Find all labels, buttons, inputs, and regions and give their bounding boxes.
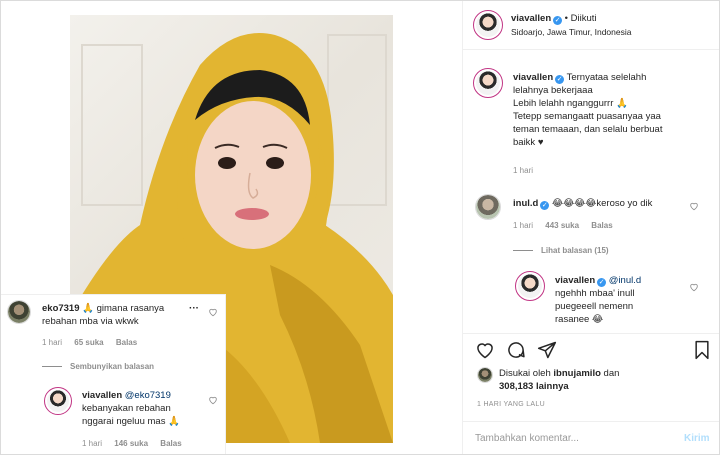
comment-eko: eko7319 🙏 gimana rasanya rebahan mba via… bbox=[42, 302, 192, 328]
caption-line: Lebih lelahh nganggurrr 🙏 bbox=[513, 98, 628, 109]
reply-line: puegeeell nemenn bbox=[555, 301, 634, 312]
comment-meta: 1 hari 65 suka Balas bbox=[42, 338, 147, 347]
reply-eko: viavallen @eko7319 kebanyakan rebahan ng… bbox=[82, 389, 207, 428]
caption-line: Ternyataa selelahh bbox=[566, 72, 647, 83]
reply-mention[interactable]: @inul.d bbox=[609, 275, 641, 286]
reply-line: rasanee 😂 bbox=[555, 314, 604, 325]
comment-reply-button[interactable]: Balas bbox=[591, 221, 612, 230]
comment-meta: 1 hari 443 suka Balas bbox=[513, 221, 623, 230]
caption-avatar[interactable] bbox=[473, 68, 503, 98]
reply-avatar[interactable] bbox=[515, 271, 545, 301]
caption-text: viavallen ✓ Ternyataa selelahh lelahnya b… bbox=[513, 71, 713, 149]
likes-count: 308,183 bbox=[499, 381, 534, 392]
reply-avatar[interactable] bbox=[44, 387, 72, 415]
reply-inul: viavallen ✓ @inul.d ngehhh mbaa' inull pu… bbox=[555, 274, 690, 326]
comment-username[interactable]: eko7319 bbox=[42, 303, 80, 314]
author-avatar[interactable] bbox=[473, 10, 503, 40]
dash-divider bbox=[42, 366, 62, 368]
post-comment-button[interactable]: Kirim bbox=[684, 433, 710, 444]
bookmark-icon[interactable] bbox=[692, 340, 712, 360]
verified-badge-icon: ✓ bbox=[553, 16, 563, 25]
view-replies-label: Lihat balasan (15) bbox=[541, 246, 609, 255]
heart-icon[interactable] bbox=[475, 340, 495, 360]
dash-divider bbox=[513, 250, 533, 252]
post-side-panel: viavallen ✓ • Diikuti Sidoarjo, Jawa Timu… bbox=[462, 1, 719, 454]
comment-username[interactable]: inul.d bbox=[513, 198, 538, 209]
comment-icon[interactable] bbox=[506, 340, 526, 360]
more-options-icon[interactable]: ··· bbox=[189, 303, 199, 314]
reply-mention[interactable]: @eko7319 bbox=[125, 390, 171, 401]
caption-line: baikk ♥ bbox=[513, 137, 544, 148]
comment-time: 1 hari bbox=[513, 221, 534, 230]
caption-line: lelahnya bekerjaaa bbox=[513, 85, 593, 96]
liker-avatar[interactable] bbox=[477, 367, 493, 383]
comment-text: 😂😂😂😂keroso yo dik bbox=[551, 198, 653, 209]
follow-status[interactable]: • Diikuti bbox=[565, 13, 597, 24]
reply-reply-button[interactable]: Balas bbox=[160, 439, 181, 448]
likes-suffix: lainnya bbox=[535, 381, 569, 392]
author-header: viavallen ✓ • Diikuti bbox=[511, 13, 597, 25]
commenter-avatar[interactable] bbox=[7, 300, 31, 324]
caption-line: Tetepp semangaatt puasanyaa yaa bbox=[513, 111, 661, 122]
comment-line: 🙏 gimana rasanya bbox=[82, 303, 165, 314]
verified-badge-icon: ✓ bbox=[540, 201, 550, 210]
caption-time: 1 hari bbox=[513, 166, 534, 175]
likes-prefix: Disukai oleh bbox=[499, 368, 551, 379]
post-location[interactable]: Sidoarjo, Jawa Timur, Indonesia bbox=[511, 27, 631, 37]
comment-line: rebahan mba via wkwk bbox=[42, 316, 139, 327]
add-comment-input[interactable]: Tambahkan komentar... bbox=[475, 433, 579, 444]
hide-replies-toggle[interactable]: Sembunyikan balasan bbox=[42, 362, 154, 371]
reply-line: ngehhh mbaa' inull bbox=[555, 288, 635, 299]
reply-username[interactable]: viavallen bbox=[555, 275, 595, 286]
verified-badge-icon: ✓ bbox=[555, 75, 565, 84]
input-divider bbox=[463, 421, 719, 422]
reply-meta: 1 hari 146 suka Balas bbox=[82, 439, 192, 448]
share-icon[interactable] bbox=[537, 340, 557, 360]
reply-likes[interactable]: 146 suka bbox=[114, 439, 148, 448]
liker-username[interactable]: ibnujamilo bbox=[553, 368, 601, 379]
commenter-avatar[interactable] bbox=[475, 194, 501, 220]
reply-time: 1 hari bbox=[82, 439, 103, 448]
verified-badge-icon: ✓ bbox=[597, 278, 607, 287]
caption-username[interactable]: viavallen bbox=[513, 72, 553, 83]
comment-inul: inul.d ✓ 😂😂😂😂keroso yo dik bbox=[513, 197, 693, 210]
reply-like-heart-icon[interactable] bbox=[689, 282, 699, 292]
likes-conj: dan bbox=[603, 368, 620, 379]
comment-reply-button[interactable]: Balas bbox=[116, 338, 137, 347]
comment-like-heart-icon[interactable] bbox=[689, 201, 699, 211]
reply-line: kebanyakan rebahan bbox=[82, 403, 171, 414]
comment-overlay: eko7319 🙏 gimana rasanya rebahan mba via… bbox=[1, 294, 226, 454]
hide-replies-label: Sembunyikan balasan bbox=[70, 362, 155, 371]
view-replies-toggle[interactable]: Lihat balasan (15) bbox=[513, 246, 609, 255]
reply-like-heart-icon[interactable] bbox=[208, 395, 218, 405]
reply-username[interactable]: viavallen bbox=[82, 390, 122, 401]
actions-divider bbox=[463, 333, 719, 334]
likes-summary: Disukai oleh ibnujamilo dan 308,183 lain… bbox=[499, 367, 699, 393]
caption-line: teman temaaan, dan selalu berbuat bbox=[513, 124, 663, 135]
comment-likes[interactable]: 65 suka bbox=[74, 338, 103, 347]
author-username[interactable]: viavallen bbox=[511, 13, 551, 24]
header-divider bbox=[463, 49, 719, 50]
likes-count-link[interactable]: 308,183 lainnya bbox=[499, 381, 569, 392]
post-timestamp[interactable]: 1 HARI YANG LALU bbox=[477, 401, 545, 408]
comment-likes[interactable]: 443 suka bbox=[545, 221, 579, 230]
reply-line: nggarai ngeluu mas 🙏 bbox=[82, 416, 180, 427]
comment-like-heart-icon[interactable] bbox=[208, 307, 218, 317]
comment-time: 1 hari bbox=[42, 338, 63, 347]
